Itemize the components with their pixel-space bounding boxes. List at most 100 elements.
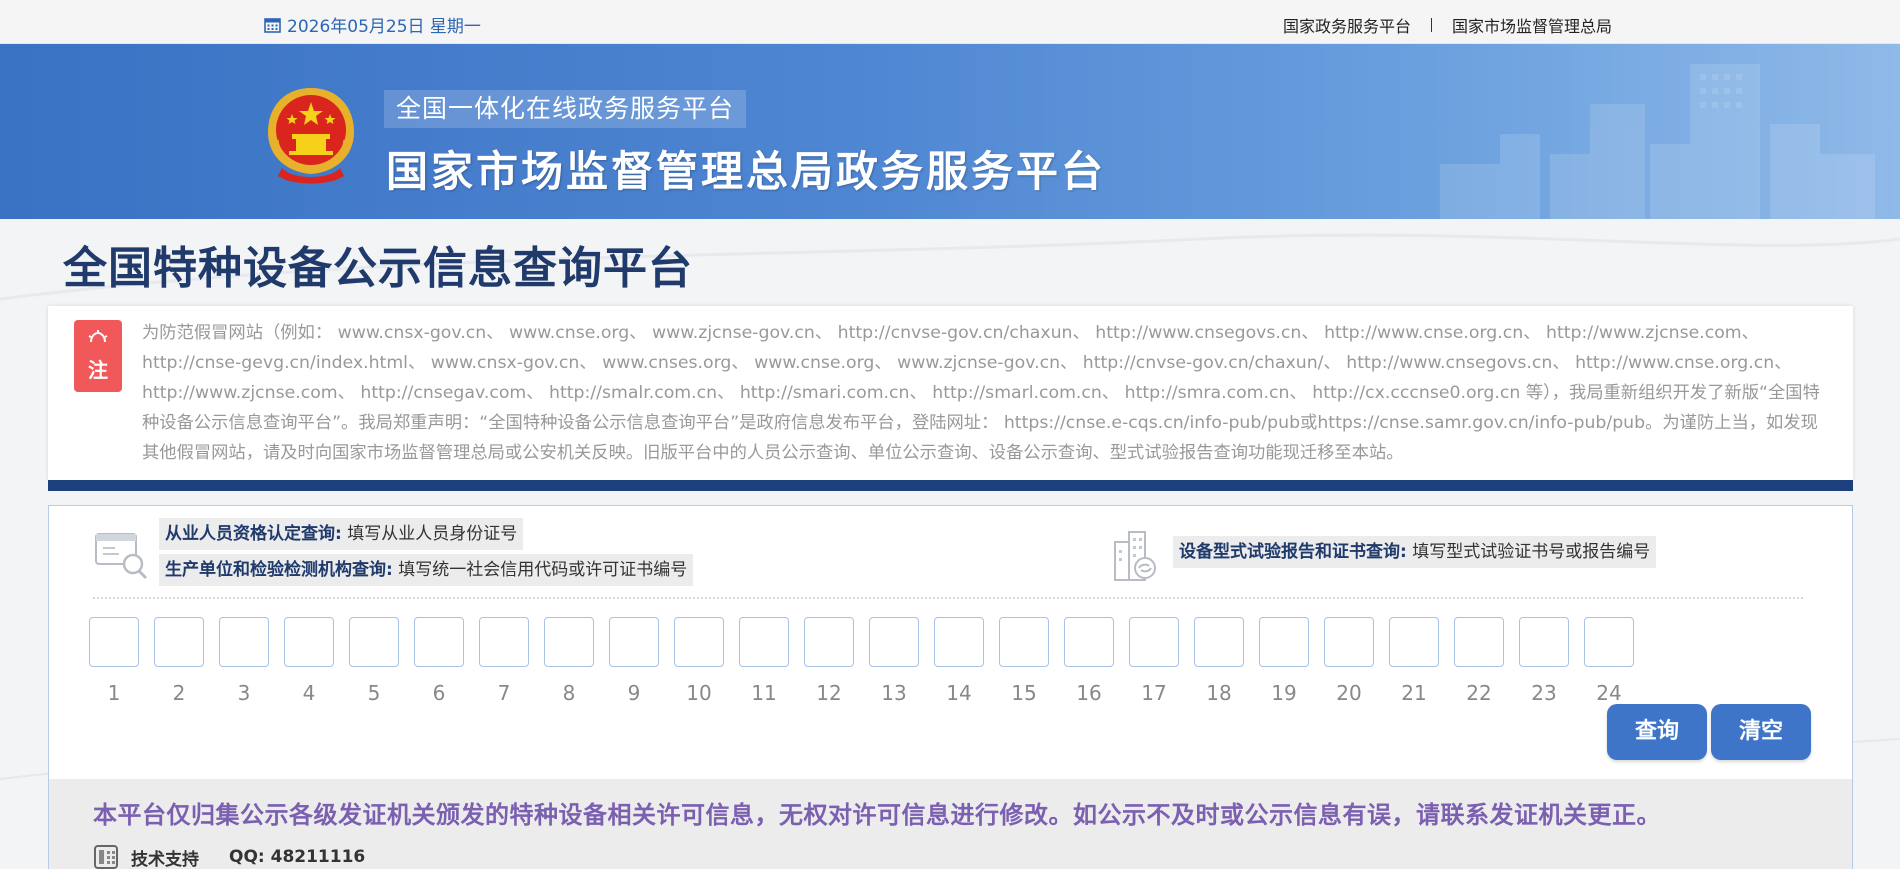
page-title: 全国特种设备公示信息查询平台 xyxy=(63,243,693,294)
tech-support: 技术支持 QQ: 48211116 xyxy=(93,844,365,869)
support-label: 技术支持 xyxy=(131,849,199,869)
code-char-input[interactable] xyxy=(1389,617,1439,667)
code-cell: 11 xyxy=(739,617,789,705)
code-cell: 14 xyxy=(934,617,984,705)
code-char-input[interactable] xyxy=(1584,617,1634,667)
date-display: 2026年05月25日 星期一 xyxy=(264,12,481,37)
panel-footer: 本平台仅归集公示各级发证机关颁发的特种设备相关许可信息，无权对许可信息进行修改。… xyxy=(49,779,1852,869)
code-char-input[interactable] xyxy=(934,617,984,667)
code-cell-number: 8 xyxy=(562,681,576,705)
code-cell: 8 xyxy=(544,617,594,705)
code-cell: 20 xyxy=(1324,617,1374,705)
link-samr[interactable]: 国家市场监督管理总局 xyxy=(1452,13,1612,37)
skyline-decoration xyxy=(1440,64,1875,219)
code-cell: 15 xyxy=(999,617,1049,705)
code-cell: 3 xyxy=(219,617,269,705)
notice-text: 为防范假冒网站（例如： www.cnsx-gov.cn、 www.cnse.or… xyxy=(142,323,1820,463)
code-char-input[interactable] xyxy=(869,617,919,667)
banner-subtitle: 全国一体化在线政务服务平台 xyxy=(384,90,747,128)
code-cell-number: 5 xyxy=(367,681,381,705)
code-cell-number: 23 xyxy=(1531,681,1557,705)
code-char-input[interactable] xyxy=(739,617,789,667)
code-char-input[interactable] xyxy=(479,617,529,667)
code-char-input[interactable] xyxy=(414,617,464,667)
code-input-grid: 1 2 3 4 5 6 7 8 9 10 11 12 13 14 15 16 17 18 19 20 21 22 23 24 xyxy=(89,617,1689,707)
code-char-input[interactable] xyxy=(89,617,139,667)
code-char-input[interactable] xyxy=(349,617,399,667)
person-query-hint: 填写从业人员身份证号 xyxy=(347,524,518,544)
code-char-input[interactable] xyxy=(1259,617,1309,667)
query-button[interactable]: 查询 xyxy=(1607,704,1707,760)
code-char-input[interactable] xyxy=(1194,617,1244,667)
code-cell: 23 xyxy=(1519,617,1569,705)
person-search-icon xyxy=(95,533,148,580)
code-cell: 5 xyxy=(349,617,399,705)
alert-icon xyxy=(88,330,108,343)
code-cell-number: 22 xyxy=(1466,681,1492,705)
code-cell-number: 15 xyxy=(1011,681,1037,705)
code-cell-number: 6 xyxy=(432,681,446,705)
code-cell-number: 13 xyxy=(881,681,907,705)
code-char-input[interactable] xyxy=(999,617,1049,667)
person-query-chip[interactable]: 从业人员资格认定查询: 填写从业人员身份证号 xyxy=(159,518,524,550)
code-cell: 18 xyxy=(1194,617,1244,705)
anti-fraud-notice: 注 为防范假冒网站（例如： www.cnsx-gov.cn、 www.cnse.… xyxy=(48,306,1853,480)
code-cell: 22 xyxy=(1454,617,1504,705)
code-char-input[interactable] xyxy=(1519,617,1569,667)
building-icon xyxy=(1114,531,1156,581)
code-cell-number: 18 xyxy=(1206,681,1232,705)
code-cell: 4 xyxy=(284,617,334,705)
code-cell-number: 17 xyxy=(1141,681,1167,705)
code-char-input[interactable] xyxy=(1324,617,1374,667)
top-bar: 2026年05月25日 星期一 国家政务服务平台 国家市场监督管理总局 xyxy=(0,0,1900,44)
code-cell: 9 xyxy=(609,617,659,705)
org-query-chip[interactable]: 生产单位和检验检测机构查询: 填写统一社会信用代码或许可证书编号 xyxy=(159,554,694,586)
code-char-input[interactable] xyxy=(674,617,724,667)
code-char-input[interactable] xyxy=(1129,617,1179,667)
code-cell-number: 3 xyxy=(237,681,251,705)
code-cell: 24 xyxy=(1584,617,1634,705)
link-divider xyxy=(1430,18,1432,32)
code-char-input[interactable] xyxy=(1064,617,1114,667)
code-char-input[interactable] xyxy=(1454,617,1504,667)
code-cell-number: 7 xyxy=(497,681,511,705)
code-char-input[interactable] xyxy=(804,617,854,667)
device-query-label: 设备型式试验报告和证书查询: xyxy=(1179,542,1407,562)
code-cell-number: 10 xyxy=(686,681,712,705)
clear-button[interactable]: 清空 xyxy=(1711,704,1811,760)
top-links: 国家政务服务平台 国家市场监督管理总局 xyxy=(1283,13,1612,37)
org-query-hint: 填写统一社会信用代码或许可证书编号 xyxy=(398,560,688,580)
code-cell-number: 20 xyxy=(1336,681,1362,705)
code-cell-number: 4 xyxy=(302,681,316,705)
divider-bar xyxy=(48,480,1853,491)
device-query-hint: 填写型式试验证书号或报告编号 xyxy=(1412,542,1651,562)
code-cell: 17 xyxy=(1129,617,1179,705)
code-cell-number: 16 xyxy=(1076,681,1102,705)
national-emblem-icon xyxy=(268,88,354,184)
disclaimer-text: 本平台仅归集公示各级发证机关颁发的特种设备相关许可信息，无权对许可信息进行修改。… xyxy=(93,801,1661,829)
date-text: 2026年05月25日 星期一 xyxy=(287,17,481,37)
banner-title: 国家市场监督管理总局政务服务平台 xyxy=(386,147,1107,196)
code-char-input[interactable] xyxy=(609,617,659,667)
code-char-input[interactable] xyxy=(219,617,269,667)
code-char-input[interactable] xyxy=(154,617,204,667)
code-cell-number: 2 xyxy=(172,681,186,705)
code-char-input[interactable] xyxy=(544,617,594,667)
dotted-divider xyxy=(93,597,1803,599)
code-cell: 2 xyxy=(154,617,204,705)
org-query-label: 生产单位和检验检测机构查询: xyxy=(165,560,393,580)
code-cell-number: 12 xyxy=(816,681,842,705)
code-cell-number: 9 xyxy=(627,681,641,705)
code-char-input[interactable] xyxy=(284,617,334,667)
code-cell-number: 11 xyxy=(751,681,777,705)
code-cell: 21 xyxy=(1389,617,1439,705)
code-cell-number: 21 xyxy=(1401,681,1427,705)
device-query-chip[interactable]: 设备型式试验报告和证书查询: 填写型式试验证书号或报告编号 xyxy=(1173,536,1657,568)
calendar-icon xyxy=(264,17,281,33)
code-cell-number: 1 xyxy=(107,681,121,705)
qq-number: QQ: 48211116 xyxy=(229,847,366,867)
person-query-label: 从业人员资格认定查询: xyxy=(165,524,342,544)
link-national-gov-platform[interactable]: 国家政务服务平台 xyxy=(1283,13,1411,37)
code-cell: 12 xyxy=(804,617,854,705)
site-banner: 全国一体化在线政务服务平台 国家市场监督管理总局政务服务平台 xyxy=(0,44,1900,219)
